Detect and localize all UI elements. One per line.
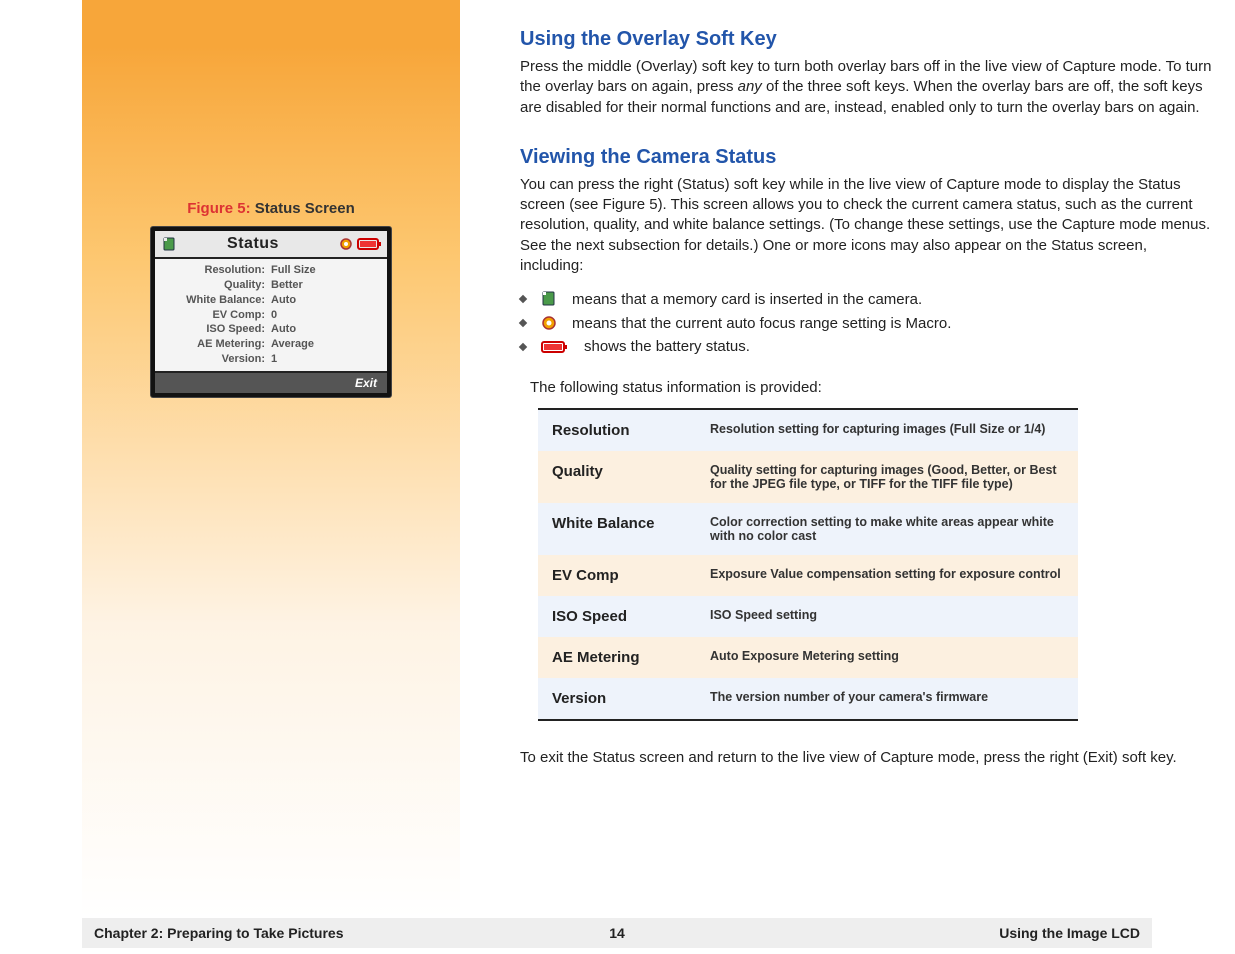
footer-left: Chapter 2: Preparing to Take Pictures: [94, 925, 609, 941]
bullet-icon: [519, 295, 527, 303]
status-screen-figure: Status Resolution:Full Size Quality:Bett…: [151, 227, 391, 397]
status-info-table: ResolutionResolution setting for capturi…: [538, 408, 1078, 721]
bullet-text: means that the current auto focus range …: [572, 315, 951, 332]
footer-page-number: 14: [609, 925, 625, 941]
bullet-icon: [519, 319, 527, 327]
table-row: VersionThe version number of your camera…: [538, 678, 1078, 720]
section-heading-status: Viewing the Camera Status: [520, 146, 1213, 169]
lcd-row: Resolution:Full Size: [165, 263, 377, 278]
figure-title: Status Screen: [251, 200, 355, 217]
macro-icon: [540, 314, 558, 332]
lcd-body: Resolution:Full Size Quality:Better Whit…: [155, 259, 387, 371]
table-row: QualityQuality setting for capturing ima…: [538, 451, 1078, 503]
lcd-row: EV Comp:0: [165, 308, 377, 323]
list-item: means that the current auto focus range …: [520, 314, 1213, 332]
figure-caption: Figure 5: Status Screen: [82, 200, 460, 217]
table-row: AE MeteringAuto Exposure Metering settin…: [538, 637, 1078, 678]
lcd-footer: Exit: [155, 373, 387, 393]
bullet-text: shows the battery status.: [584, 338, 750, 355]
footer-right: Using the Image LCD: [625, 925, 1140, 941]
lcd-row: White Balance:Auto: [165, 293, 377, 308]
lcd-row: AE Metering:Average: [165, 337, 377, 352]
lcd-titlebar: Status: [155, 231, 387, 257]
section-body-status: You can press the right (Status) soft ke…: [520, 175, 1213, 276]
table-row: ResolutionResolution setting for capturi…: [538, 409, 1078, 451]
list-item: shows the battery status.: [520, 338, 1213, 355]
table-row: ISO SpeedISO Speed setting: [538, 596, 1078, 637]
bullet-icon: [519, 342, 527, 350]
list-item: means that a memory card is inserted in …: [520, 290, 1213, 308]
table-row: White BalanceColor correction setting to…: [538, 503, 1078, 555]
memory-card-icon: [161, 236, 177, 252]
battery-icon: [540, 339, 570, 355]
lcd-row: Quality:Better: [165, 278, 377, 293]
page-footer: Chapter 2: Preparing to Take Pictures 14…: [82, 918, 1152, 948]
lcd-title: Status: [183, 235, 323, 253]
section-body-overlay: Press the middle (Overlay) soft key to t…: [520, 57, 1213, 118]
macro-icon: [338, 236, 354, 252]
table-intro: The following status information is prov…: [530, 379, 1213, 396]
battery-icon: [357, 237, 383, 251]
section-heading-overlay: Using the Overlay Soft Key: [520, 28, 1213, 51]
lcd-row: ISO Speed:Auto: [165, 322, 377, 337]
figure-number: Figure 5:: [187, 200, 250, 217]
table-row: EV CompExposure Value compensation setti…: [538, 555, 1078, 596]
icon-bullet-list: means that a memory card is inserted in …: [520, 290, 1213, 355]
right-column: Using the Overlay Soft Key Press the mid…: [460, 0, 1235, 918]
lcd-exit-label: Exit: [355, 376, 377, 390]
left-column: Figure 5: Status Screen Status: [82, 0, 460, 918]
memory-card-icon: [540, 290, 558, 308]
bullet-text: means that a memory card is inserted in …: [572, 291, 922, 308]
lcd-row: Version:1: [165, 352, 377, 367]
closing-text: To exit the Status screen and return to …: [520, 749, 1213, 766]
